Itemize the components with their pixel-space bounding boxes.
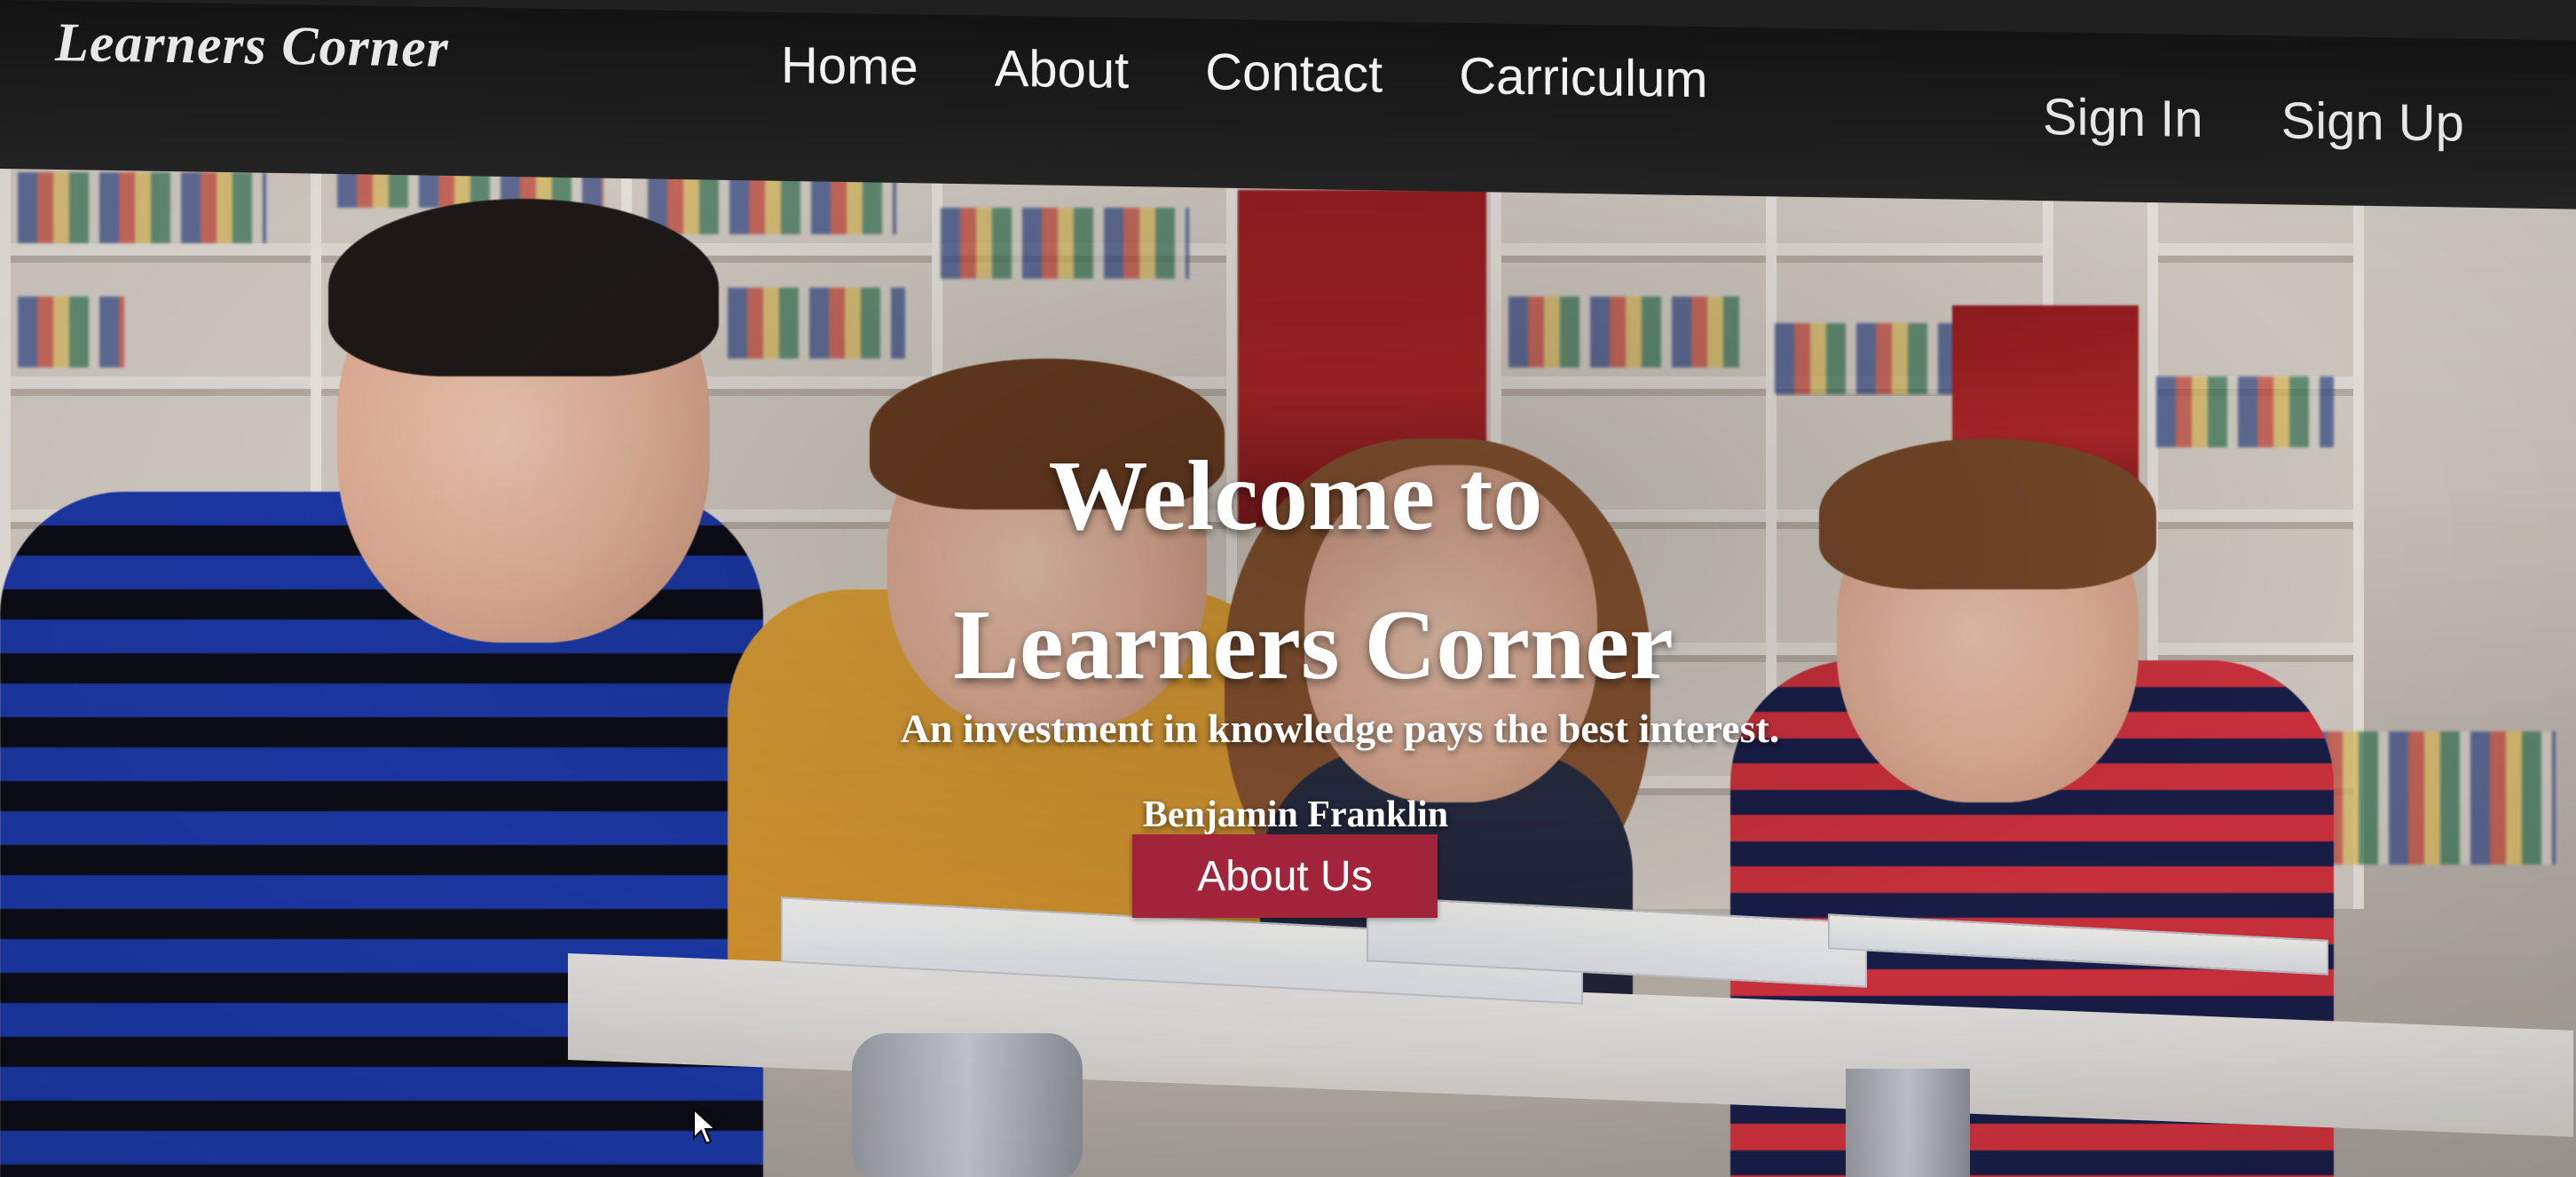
nav-link-contact[interactable]: Contact <box>1205 42 1383 104</box>
brand-logo[interactable]: Learners Corner <box>55 12 449 81</box>
nav-link-home[interactable]: Home <box>781 36 918 97</box>
about-us-button[interactable]: About Us <box>1132 834 1438 918</box>
sign-in-link[interactable]: Sign In <box>2043 87 2203 149</box>
hero-overlay <box>0 110 2576 1177</box>
hero-photo-children-reading <box>0 110 2576 1177</box>
main-nav: Home About Contact Carriculum <box>781 36 1784 111</box>
page: Learners Corner Home About Contact Carri… <box>0 0 2576 1177</box>
nav-link-curriculum[interactable]: Carriculum <box>1459 46 1707 109</box>
sign-up-link[interactable]: Sign Up <box>2281 91 2464 153</box>
nav-link-about[interactable]: About <box>995 39 1130 100</box>
auth-nav: Sign In Sign Up <box>2043 87 2542 154</box>
